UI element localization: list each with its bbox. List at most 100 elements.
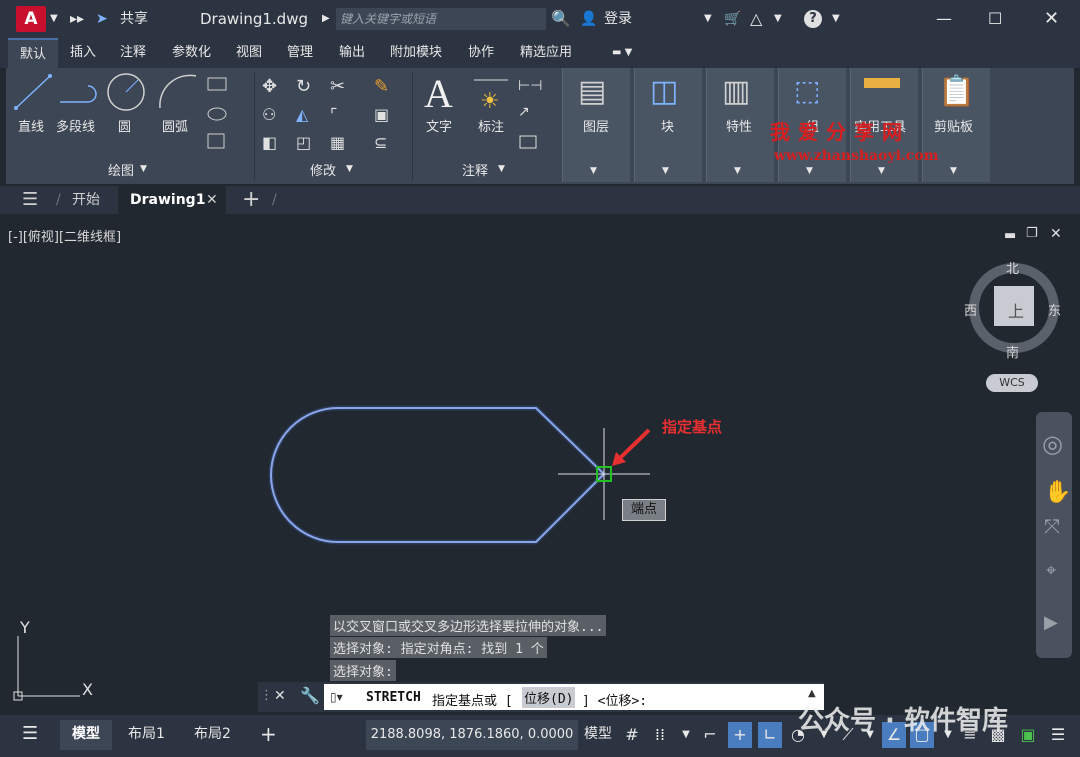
command-customize-icon[interactable]: 🔧: [300, 686, 320, 705]
ribbon-separator: [254, 72, 255, 180]
dynamic-input-icon[interactable]: +: [728, 722, 752, 748]
command-history-line: 以交叉窗口或交叉多边形选择要拉伸的对象...: [330, 615, 607, 636]
circle-tool[interactable]: 圆: [118, 116, 131, 135]
snap-icon[interactable]: ⁞⁞: [648, 722, 672, 748]
command-grip-icon[interactable]: ⋮: [260, 688, 273, 703]
svg-text:◰: ◰: [296, 133, 311, 152]
tab-close-icon[interactable]: ✕: [206, 186, 218, 214]
command-close-icon[interactable]: ✕: [274, 688, 286, 704]
annotate-panel-title[interactable]: 注释: [462, 160, 488, 179]
title-arrow-icon[interactable]: ▶: [322, 0, 330, 38]
tab-drawing1-label[interactable]: Drawing1: [130, 186, 205, 214]
wcs-button[interactable]: WCS: [986, 374, 1038, 392]
compass-north[interactable]: 北: [1006, 258, 1019, 277]
command-option-displacement[interactable]: 位移(D): [522, 687, 576, 708]
tab-annotate[interactable]: 注释: [120, 38, 146, 68]
grid-icon[interactable]: #: [620, 722, 644, 748]
line-tool[interactable]: 直线: [18, 116, 44, 135]
quick-access-more-icon[interactable]: ▸▸: [70, 0, 84, 38]
search-input[interactable]: 键入关键字或短语: [336, 8, 546, 30]
svg-text:✂: ✂: [330, 76, 345, 97]
login-dropdown-icon[interactable]: ▼: [704, 0, 712, 38]
draw-panel-title[interactable]: 绘图: [108, 160, 134, 179]
command-recent-icon[interactable]: ▯▾: [330, 690, 343, 704]
model-tab[interactable]: 模型: [72, 716, 100, 752]
tab-start[interactable]: 开始: [72, 186, 100, 214]
layout-menu-icon[interactable]: ☰: [22, 716, 38, 752]
block-icon: ◫: [650, 74, 679, 109]
draw-panel-dropdown-icon[interactable]: ▼: [140, 164, 147, 174]
showmotion-icon[interactable]: ▶: [1044, 612, 1058, 633]
command-prompt: 指定基点或 [: [432, 694, 513, 709]
annotate-panel-dropdown-icon[interactable]: ▼: [498, 164, 505, 174]
snap-dropdown-icon[interactable]: ▼: [674, 722, 698, 748]
modify-panel-title[interactable]: 修改: [310, 160, 336, 179]
utilities-dropdown-icon[interactable]: ▼: [878, 166, 885, 176]
viewport-restore-icon[interactable]: ❐: [1026, 226, 1038, 241]
share-icon[interactable]: ➤: [96, 0, 108, 38]
command-history-toggle-icon[interactable]: ▲: [808, 688, 816, 699]
pan-icon[interactable]: ✋: [1044, 480, 1071, 505]
clipboard-dropdown-icon[interactable]: ▼: [950, 166, 957, 176]
text-tool[interactable]: 文字: [426, 116, 452, 135]
help-dropdown-icon[interactable]: ▼: [832, 0, 840, 38]
tab-manage[interactable]: 管理: [287, 38, 313, 68]
tab-output[interactable]: 输出: [339, 38, 365, 68]
ribbon-toggle-icon[interactable]: ▬ ▼: [612, 38, 632, 68]
app-dropdown-icon[interactable]: ▼: [774, 0, 782, 38]
modify-panel-dropdown-icon[interactable]: ▼: [346, 164, 353, 174]
layout1-tab[interactable]: 布局1: [128, 716, 165, 752]
zoom-extents-icon[interactable]: ⤧: [1044, 514, 1060, 538]
viewcube-top-face[interactable]: 上: [1008, 298, 1024, 322]
customization-icon[interactable]: ☰: [1046, 722, 1070, 748]
orbit-icon[interactable]: ⌖: [1046, 560, 1056, 581]
arc-tool[interactable]: 圆弧: [162, 116, 188, 135]
compass-east[interactable]: 东: [1048, 300, 1061, 319]
share-button[interactable]: 共享: [120, 0, 148, 38]
tab-default[interactable]: 默认: [8, 38, 58, 68]
command-history-line: 选择对象:: [330, 660, 396, 681]
layers-dropdown-icon[interactable]: ▼: [590, 166, 597, 176]
tab-featured-apps[interactable]: 精选应用: [520, 38, 572, 68]
model-space-toggle[interactable]: 模型: [584, 716, 612, 752]
svg-text:⚇: ⚇: [262, 105, 276, 124]
text-tool-icon[interactable]: A: [424, 70, 453, 117]
close-icon[interactable]: ✕: [1044, 0, 1059, 38]
help-icon[interactable]: ?: [804, 10, 822, 28]
selection-cycling-icon[interactable]: ▣: [1016, 722, 1040, 748]
block-dropdown-icon[interactable]: ▼: [662, 166, 669, 176]
compass-west[interactable]: 西: [964, 300, 977, 319]
tab-view[interactable]: 视图: [236, 38, 262, 68]
minimize-icon[interactable]: —: [936, 0, 952, 38]
maximize-icon[interactable]: ☐: [988, 0, 1002, 38]
tab-parametric[interactable]: 参数化: [172, 38, 211, 68]
autodesk-app-icon[interactable]: △: [750, 0, 762, 38]
tab-collaborate[interactable]: 协作: [468, 38, 494, 68]
add-layout-icon[interactable]: +: [260, 716, 277, 752]
polyline-tool[interactable]: 多段线: [56, 116, 95, 135]
steering-wheel-icon[interactable]: ◎: [1042, 430, 1063, 458]
autocad-logo[interactable]: A: [16, 6, 46, 32]
svg-text:☀: ☀: [480, 89, 500, 114]
login-button[interactable]: 登录: [604, 0, 632, 38]
drawing-canvas[interactable]: [260, 400, 680, 550]
modify-tool-icons: ✥ ↻ ✂ ✎ ⚇ ◭ ⌜ ▣ ◧ ◰ ▦ ⊆: [262, 76, 389, 152]
groups-dropdown-icon[interactable]: ▼: [806, 166, 813, 176]
properties-dropdown-icon[interactable]: ▼: [734, 166, 741, 176]
infer-constraints-icon[interactable]: ⌐: [698, 722, 722, 748]
ortho-icon[interactable]: ∟: [758, 722, 782, 748]
search-icon[interactable]: 🔍: [551, 0, 571, 38]
compass-south[interactable]: 南: [1006, 342, 1019, 361]
viewport-close-icon[interactable]: ✕: [1050, 226, 1062, 242]
viewport-minimize-icon[interactable]: ▬: [1004, 228, 1016, 243]
coordinates-display[interactable]: 2188.8098, 1876.1860, 0.0000: [366, 720, 578, 750]
cart-icon[interactable]: 🛒: [724, 0, 741, 38]
tab-insert[interactable]: 插入: [70, 38, 96, 68]
dimension-tool[interactable]: 标注: [478, 116, 504, 135]
viewport-controls[interactable]: [-][俯视][二维线框]: [8, 226, 121, 245]
layout2-tab[interactable]: 布局2: [194, 716, 231, 752]
new-tab-icon[interactable]: +: [242, 186, 260, 214]
hamburger-menu-icon[interactable]: ☰: [22, 186, 38, 214]
tab-addins[interactable]: 附加模块: [390, 38, 442, 68]
app-menu-chevron-icon[interactable]: ▼: [50, 0, 58, 38]
